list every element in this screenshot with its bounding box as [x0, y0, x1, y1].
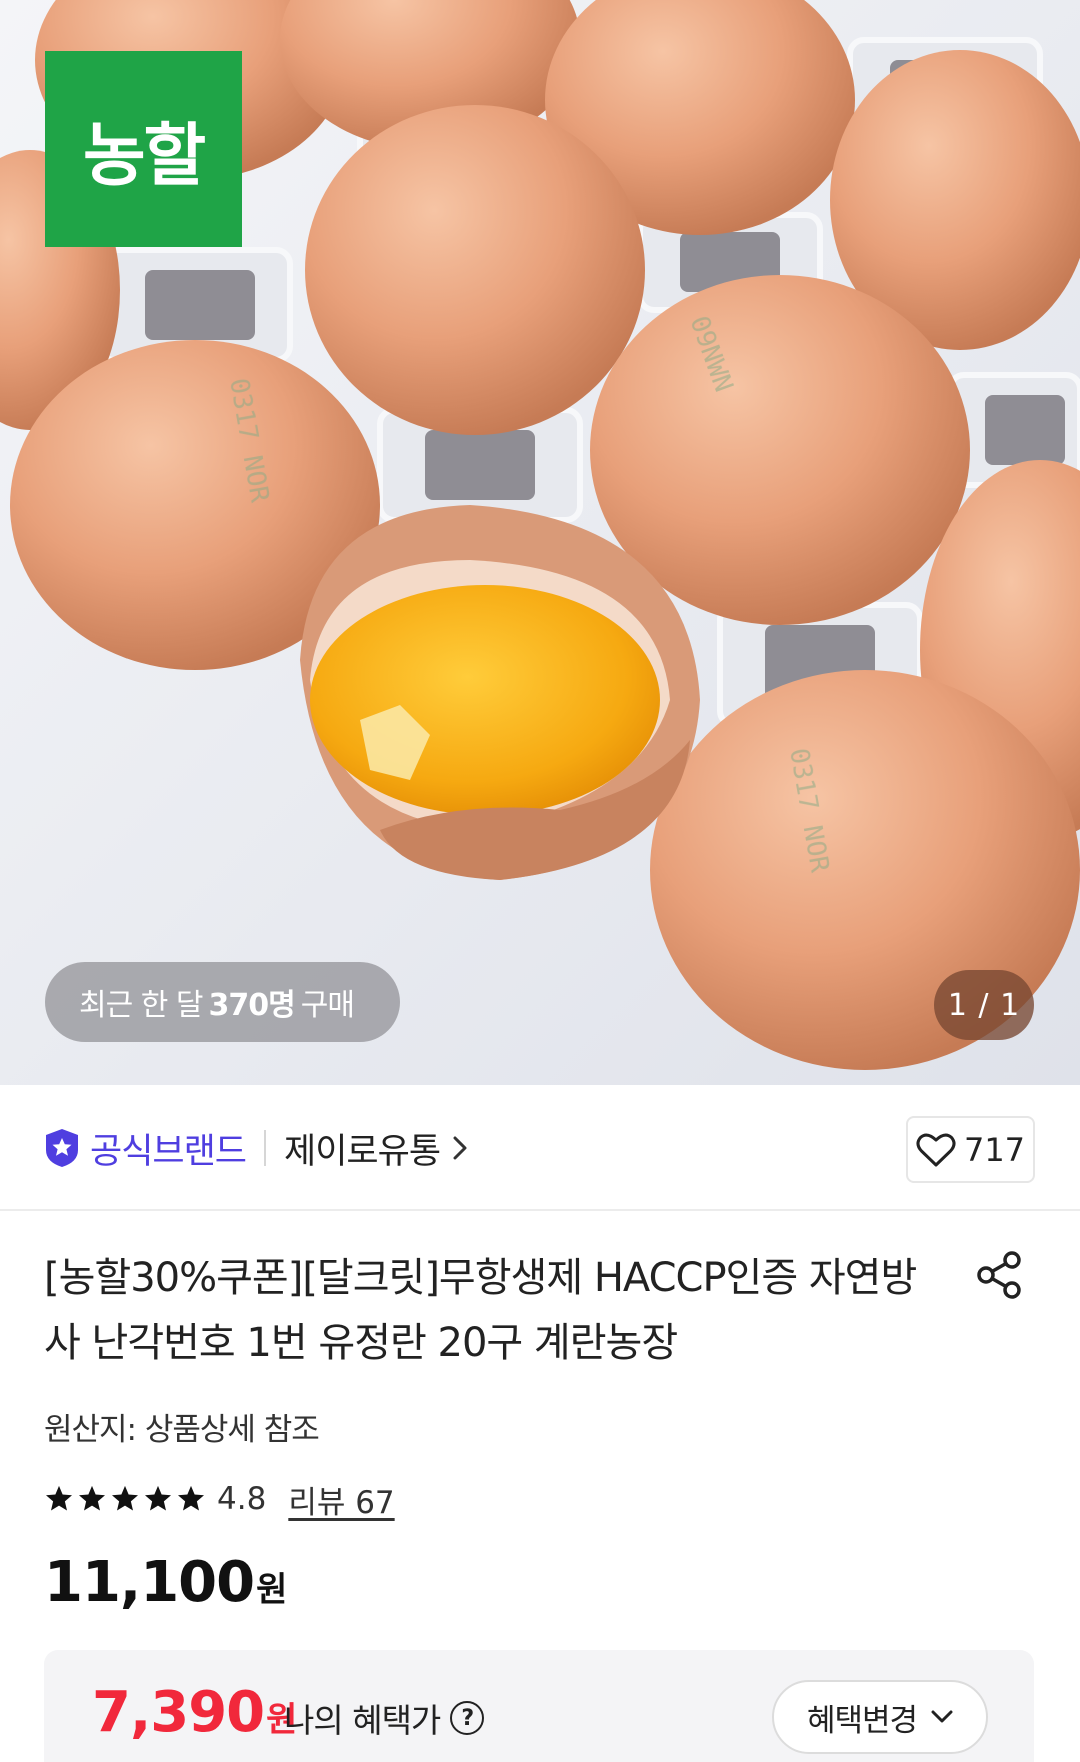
image-pager: 1 / 1	[934, 970, 1034, 1040]
recent-purchase-badge: 최근 한 달 370명 구매	[45, 962, 400, 1042]
chevron-down-icon	[931, 1710, 953, 1723]
like-count: 717	[963, 1130, 1026, 1169]
recent-badge-count: 370명	[208, 988, 295, 1023]
like-button[interactable]: 717	[906, 1116, 1035, 1183]
recent-badge-suffix: 구매	[300, 988, 355, 1023]
benefit-box: 7,390 원 나의 혜택가 ? 혜택변경	[44, 1650, 1034, 1762]
star-icon	[46, 1485, 72, 1511]
product-title: [농할30%쿠폰][달크릿]무항생제 HACCP인증 자연방사 난각번호 1번 …	[44, 1255, 917, 1366]
star-icon	[112, 1485, 138, 1511]
heart-icon	[916, 1133, 956, 1166]
original-price: 11,100 원	[44, 1550, 287, 1615]
product-image-carousel[interactable]: 0317 NOR 09NWN 0317 NOR 농할 최근 한 달 370명 구…	[0, 0, 1080, 1085]
origin-info: 원산지: 상품상세 참조	[44, 1412, 320, 1448]
recent-badge-prefix: 최근 한 달	[79, 988, 203, 1023]
brand-row: 공식브랜드 제이로유통 717	[0, 1085, 1080, 1211]
chevron-right-icon	[453, 1136, 467, 1160]
official-brand-label: 공식브랜드	[90, 1131, 247, 1172]
brand-divider	[264, 1130, 267, 1166]
price-amount: 11,100	[44, 1550, 255, 1615]
benefit-label-group: 나의 혜택가 ?	[284, 1694, 485, 1742]
seller-name: 제이로유통	[284, 1131, 441, 1172]
price-unit: 원	[256, 1570, 288, 1610]
star-rating	[44, 1484, 209, 1514]
rating-value: 4.8	[217, 1481, 267, 1517]
official-brand-icon	[46, 1129, 78, 1167]
seller-link[interactable]: 제이로유통	[284, 1123, 468, 1174]
rating-row: 4.8 리뷰 67	[44, 1476, 395, 1522]
brand-logo: 농할	[45, 51, 242, 247]
brand-logo-text: 농할	[82, 116, 206, 196]
official-brand-group: 공식브랜드 제이로유통	[44, 1123, 468, 1173]
star-icon	[145, 1485, 171, 1511]
review-link[interactable]: 리뷰 67	[288, 1477, 394, 1522]
star-icon	[79, 1485, 105, 1511]
share-icon[interactable]	[974, 1250, 1024, 1300]
benefit-change-label: 혜택변경	[806, 1702, 918, 1739]
benefit-change-button[interactable]: 혜택변경	[772, 1680, 988, 1754]
star-icon	[178, 1485, 204, 1511]
benefit-amount: 7,390	[92, 1680, 265, 1745]
help-icon[interactable]: ?	[450, 1701, 485, 1735]
benefit-label: 나의 혜택가	[284, 1701, 441, 1740]
benefit-price: 7,390 원	[92, 1680, 297, 1745]
